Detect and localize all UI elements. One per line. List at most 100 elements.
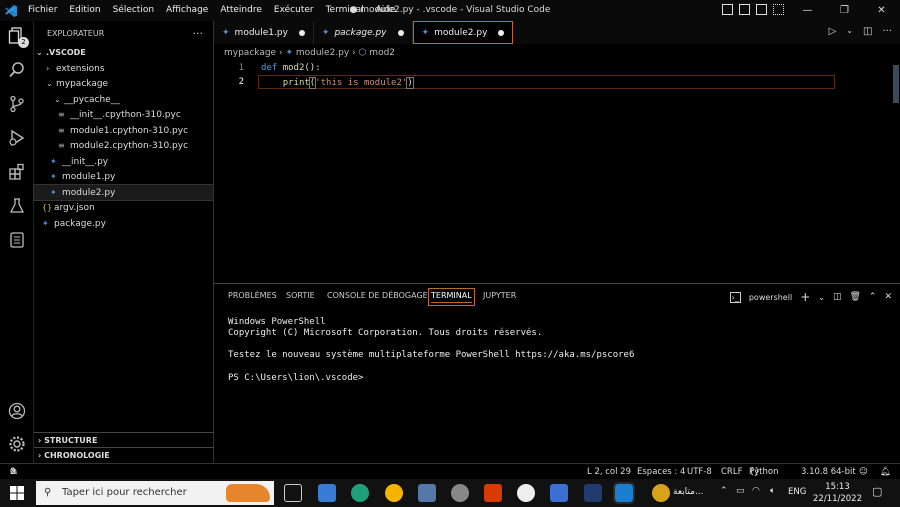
calculator-icon[interactable] — [418, 484, 436, 502]
toggle-sidebar-icon[interactable] — [722, 4, 733, 15]
run-debug-icon[interactable] — [7, 129, 27, 149]
tree-item-init-pyc[interactable]: ≡ __init__.cpython-310.pyc — [34, 107, 213, 123]
news-label[interactable]: متابعة... — [673, 487, 704, 497]
indentation[interactable]: Espaces : 4 — [637, 464, 685, 480]
powershell-icon[interactable] — [584, 484, 602, 502]
menu-terminal[interactable]: Terminal — [320, 0, 370, 21]
toggle-secondary-sidebar-icon[interactable] — [756, 4, 767, 15]
run-icon[interactable]: ▷ — [829, 26, 837, 37]
unsaved-dot-icon[interactable] — [498, 29, 505, 36]
input-language[interactable]: ENG — [788, 487, 806, 497]
python-interpreter[interactable]: 3.10.8 64-bit — [801, 464, 856, 480]
windows-start-icon[interactable] — [10, 486, 24, 503]
unsaved-dot-icon[interactable] — [397, 29, 404, 36]
close-icon[interactable]: ✕ — [863, 0, 900, 21]
trash-icon[interactable]: 🗑 — [849, 292, 860, 302]
minimize-icon[interactable]: — — [789, 0, 826, 21]
section-chronologie[interactable]: › CHRONOLOGIE — [34, 447, 214, 462]
file-lines-icon: ≡ — [58, 141, 65, 150]
scrollbar[interactable] — [890, 61, 900, 283]
menu-fichier[interactable]: Fichier — [22, 0, 63, 21]
new-terminal-icon[interactable]: + — [800, 290, 810, 304]
tree-item-module2-py[interactable]: ✦ module2.py — [33, 183, 214, 201]
customize-layout-icon[interactable] — [773, 4, 784, 15]
account-icon[interactable] — [7, 402, 27, 422]
split-terminal-icon[interactable]: ◫ — [833, 292, 842, 302]
tab-console-debogage[interactable]: CONSOLE DE DÉBOGAGE — [327, 291, 428, 300]
breadcrumb-file[interactable]: module2.py — [296, 48, 349, 58]
tree-item-mypackage[interactable]: ⌄ mypackage — [34, 76, 213, 92]
spy-app-icon[interactable] — [451, 484, 469, 502]
more-actions-icon[interactable]: ··· — [882, 26, 892, 37]
tree-item-argv-json[interactable]: {} argv.json — [34, 200, 213, 216]
breadcrumb-symbol[interactable]: mod2 — [369, 48, 395, 58]
tree-item-module1-py[interactable]: ✦ module1.py — [34, 169, 213, 185]
jupyter-icon[interactable] — [7, 231, 27, 251]
tree-item-pycache[interactable]: ⌄ __pycache__ — [34, 92, 213, 108]
battery-icon[interactable]: ▭ — [736, 486, 745, 496]
window-app-icon[interactable] — [550, 484, 568, 502]
explorer-icon[interactable]: 2 — [7, 27, 29, 48]
tray-chevron-up-icon[interactable]: ⌃ — [720, 486, 728, 496]
search-icon[interactable] — [7, 61, 27, 81]
volume-icon[interactable]: 🔈︎ — [770, 486, 775, 496]
close-panel-icon[interactable]: ✕ — [884, 292, 892, 302]
settings-gear-icon[interactable] — [7, 435, 27, 455]
split-editor-icon[interactable]: ◫ — [863, 26, 872, 37]
vscode-taskbar-icon[interactable] — [613, 482, 635, 504]
source-control-icon[interactable] — [7, 95, 27, 115]
tab-module1[interactable]: ✦ module1.py — [214, 21, 314, 44]
tree-item-module1-pyc[interactable]: ≡ module1.cpython-310.pyc — [34, 123, 213, 139]
extensions-icon[interactable] — [7, 163, 27, 183]
tree-item-init-py[interactable]: ✦ __init__.py — [34, 154, 213, 170]
clock-time: 15:13 — [825, 482, 850, 492]
tab-sortie[interactable]: SORTIE — [286, 291, 315, 300]
editor-tabs: ✦ module1.py ✦ package.py ✦ module2.py ▷… — [214, 21, 900, 44]
clock[interactable]: 15:13 22/11/2022 — [813, 481, 862, 505]
tab-package[interactable]: ✦ package.py — [314, 21, 413, 44]
taskbar-search-box[interactable]: ⚲ Taper ici pour rechercher — [36, 481, 274, 505]
terminal-shell-label[interactable]: powershell — [749, 293, 792, 302]
terminal-prompt[interactable]: PS C:\Users\lion\.vscode> — [228, 373, 363, 383]
section-structure[interactable]: › STRUCTURE — [34, 432, 214, 447]
office-icon[interactable] — [484, 484, 502, 502]
menu-affichage[interactable]: Affichage — [160, 0, 214, 21]
task-view-icon[interactable] — [284, 484, 302, 502]
menu-aide[interactable]: Aide — [370, 0, 402, 21]
more-actions-icon[interactable]: ··· — [193, 27, 204, 40]
menu-executer[interactable]: Exécuter — [268, 0, 320, 21]
toggle-panel-icon[interactable] — [739, 4, 750, 15]
photos-icon[interactable] — [318, 484, 336, 502]
menu-edition[interactable]: Edition — [63, 0, 106, 21]
tree-item-package-py[interactable]: ✦ package.py — [34, 216, 213, 232]
tree-item-module2-pyc[interactable]: ≡ module2.cpython-310.pyc — [34, 138, 213, 154]
chevron-down-icon[interactable]: ⌄ — [846, 26, 853, 37]
encoding[interactable]: UTF-8 — [687, 464, 712, 480]
menu-atteindre[interactable]: Atteindre — [214, 0, 268, 21]
clock-icon[interactable] — [517, 484, 535, 502]
maximize-panel-icon[interactable]: ⌃ — [869, 292, 877, 302]
news-weather-icon[interactable] — [652, 484, 670, 502]
restore-icon[interactable]: ❐ — [826, 0, 863, 21]
weather-icon[interactable] — [385, 484, 403, 502]
network-icon[interactable]: ◠ — [752, 486, 760, 496]
notifications-bell-icon[interactable]: 🔔︎ — [880, 464, 891, 480]
code-editor[interactable]: 1 2 def mod2(): print('this is module2') — [214, 61, 900, 283]
workspace-root[interactable]: ⌄ .VSCODE — [34, 45, 213, 61]
breadcrumb-folder[interactable]: mypackage — [224, 48, 276, 58]
testing-icon[interactable] — [7, 197, 27, 217]
tab-problemes[interactable]: PROBLÈMES — [228, 291, 277, 300]
tree-item-extensions[interactable]: › extensions — [34, 61, 213, 77]
notification-center-icon[interactable]: ▢ — [872, 485, 882, 498]
tab-jupyter[interactable]: JUPYTER — [483, 291, 516, 300]
feedback-icon[interactable]: ☺ — [859, 464, 868, 480]
cursor-position[interactable]: L 2, col 29 — [587, 464, 631, 480]
tab-module2[interactable]: ✦ module2.py — [412, 21, 514, 44]
tab-terminal[interactable]: TERMINAL — [428, 288, 475, 306]
edge-icon[interactable] — [351, 484, 369, 502]
unsaved-dot-icon[interactable] — [298, 29, 305, 36]
scrollbar-thumb[interactable] — [893, 65, 899, 103]
menu-selection[interactable]: Sélection — [107, 0, 160, 21]
end-of-line[interactable]: CRLF — [721, 464, 742, 480]
chevron-down-icon[interactable]: ⌄ — [818, 293, 825, 302]
